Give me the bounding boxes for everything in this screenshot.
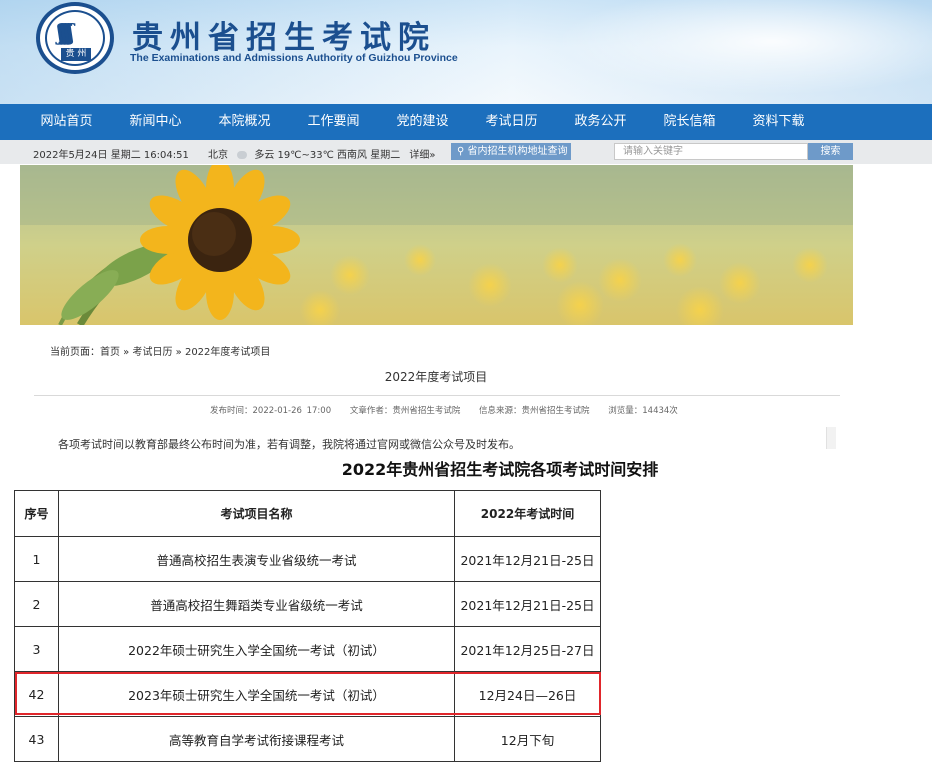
article-meta: 发布时间：2022-01-26 17:00 文章作者：贵州省招生考试院 信息来源… <box>210 404 692 416</box>
publish-time: 发布时间：2022-01-26 17:00 <box>210 406 332 416</box>
nav-item-exam-calendar[interactable]: 考试日历 <box>467 104 556 140</box>
table-row: 2 普通高校招生舞蹈类专业省级统一考试 2021年12月21日-25日 <box>14 581 601 627</box>
view-count: 浏览量：14434次 <box>608 406 678 416</box>
row-no: 3 <box>14 626 59 672</box>
table-row: 43 高等教育自学考试衔接课程考试 12月下旬 <box>14 716 601 762</box>
row-no: 2 <box>14 581 59 627</box>
row-time: 12月24日—26日 <box>454 671 601 717</box>
datetime-text: 2022年5月24日 星期二 16:04:51 <box>33 150 189 161</box>
row-name: 普通高校招生舞蹈类专业省级统一考试 <box>58 581 455 627</box>
row-time: 2021年12月21日-25日 <box>454 581 601 627</box>
scrollbar[interactable] <box>826 427 836 449</box>
table-header-row: 序号 考试项目名称 2022年考试时间 <box>14 490 601 537</box>
divider <box>34 395 840 396</box>
sunflower-banner <box>20 165 853 325</box>
address-lookup-label: 省内招生机构地址查询 <box>467 146 568 157</box>
row-name: 普通高校招生表演专业省级统一考试 <box>58 536 455 582</box>
banner-image <box>20 165 853 325</box>
exam-schedule-table: 序号 考试项目名称 2022年考试时间 1 普通高校招生表演专业省级统一考试 2… <box>14 490 601 762</box>
nav-item-party[interactable]: 党的建设 <box>378 104 467 140</box>
site-header: ʃʃʃʃ 贵 州 贵州省招生考试院 The Examinations and A… <box>0 0 932 104</box>
row-name: 高等教育自学考试衔接课程考试 <box>58 716 455 762</box>
nav-item-home[interactable]: 网站首页 <box>22 104 111 140</box>
weather-text: 多云 19℃~33℃ 西南风 星期二 <box>254 150 401 161</box>
article-notice: 各项考试时间以教育部最终公布时间为准，若有调整，我院将通过官网或微信公众号及时发… <box>58 438 520 451</box>
header-name: 考试项目名称 <box>58 490 455 537</box>
logo-ring: ʃʃʃʃ 贵 州 <box>45 10 105 66</box>
cloud-icon <box>237 151 248 159</box>
row-name: 2022年硕士研究生入学全国统一考试（初试） <box>58 626 455 672</box>
site-title: 贵州省招生考试院 <box>132 20 436 56</box>
header-cloud <box>520 0 932 104</box>
row-time: 2021年12月25日-27日 <box>454 626 601 672</box>
table-title: 2022年贵州省招生考试院各项考试时间安排 <box>341 460 659 479</box>
row-no: 42 <box>14 671 59 717</box>
row-time: 2021年12月21日-25日 <box>454 536 601 582</box>
nav-item-mailbox[interactable]: 院长信箱 <box>645 104 734 140</box>
nav-item-downloads[interactable]: 资料下载 <box>734 104 823 140</box>
row-no: 1 <box>14 536 59 582</box>
nav-item-public-affairs[interactable]: 政务公开 <box>556 104 645 140</box>
city-label: 北京 <box>208 150 228 161</box>
row-time: 12月下旬 <box>454 716 601 762</box>
table-row-highlighted: 42 2023年硕士研究生入学全国统一考试（初试） 12月24日—26日 <box>14 671 601 717</box>
header-no: 序号 <box>14 490 59 537</box>
nav-item-work-news[interactable]: 工作要闻 <box>289 104 378 140</box>
row-no: 43 <box>14 716 59 762</box>
article-title: 2022年度考试项目 <box>384 370 488 384</box>
main-nav: 网站首页 新闻中心 本院概况 工作要闻 党的建设 考试日历 政务公开 院长信箱 … <box>0 104 932 140</box>
search-input[interactable] <box>614 143 808 160</box>
logo-tag: 贵 州 <box>61 48 91 61</box>
weather-info: 北京 多云 19℃~33℃ 西南风 星期二 详细» <box>208 146 436 161</box>
site-subtitle: The Examinations and Admissions Authorit… <box>130 52 458 64</box>
logo-mark: ʃʃʃʃ <box>57 20 74 46</box>
search-button[interactable]: 搜索 <box>808 143 853 160</box>
address-lookup-button[interactable]: ⚲ 省内招生机构地址查询 <box>451 143 571 160</box>
nav-item-news[interactable]: 新闻中心 <box>111 104 200 140</box>
header-time: 2022年考试时间 <box>454 490 601 537</box>
article-author: 文章作者：贵州省招生考试院 <box>349 406 461 416</box>
nav-item-about[interactable]: 本院概况 <box>200 104 289 140</box>
site-logo[interactable]: ʃʃʃʃ 贵 州 <box>36 2 114 74</box>
weather-detail-link[interactable]: 详细» <box>409 150 435 161</box>
breadcrumb[interactable]: 当前页面：首页 » 考试日历 » 2022年度考试项目 <box>50 343 270 358</box>
info-bar: 2022年5月24日 星期二 16:04:51 北京 多云 19℃~33℃ 西南… <box>0 140 932 164</box>
location-pin-icon: ⚲ <box>457 146 468 157</box>
table-row: 1 普通高校招生表演专业省级统一考试 2021年12月21日-25日 <box>14 536 601 582</box>
table-row: 3 2022年硕士研究生入学全国统一考试（初试） 2021年12月25日-27日 <box>14 626 601 672</box>
article-source: 信息来源：贵州省招生考试院 <box>479 406 590 416</box>
row-name: 2023年硕士研究生入学全国统一考试（初试） <box>58 671 455 717</box>
